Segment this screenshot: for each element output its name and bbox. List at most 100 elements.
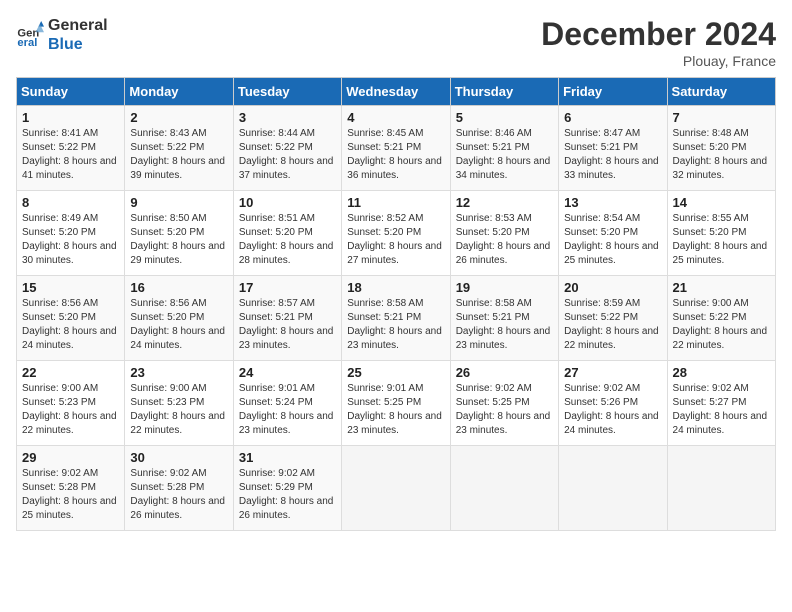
cell-content: Sunrise: 9:02 AM Sunset: 5:28 PM Dayligh… — [130, 467, 227, 523]
cell-content: Sunrise: 9:02 AM Sunset: 5:26 PM Dayligh… — [564, 382, 661, 438]
cell-content: Sunrise: 8:41 AM Sunset: 5:22 PM Dayligh… — [22, 127, 119, 183]
calendar-table: SundayMondayTuesdayWednesdayThursdayFrid… — [16, 77, 776, 531]
calendar-cell: 31 Sunrise: 9:02 AM Sunset: 5:29 PM Dayl… — [233, 446, 341, 531]
cell-content: Sunrise: 8:57 AM Sunset: 5:21 PM Dayligh… — [239, 297, 336, 353]
header-sunday: Sunday — [17, 78, 125, 106]
day-number: 21 — [673, 280, 770, 295]
cell-content: Sunrise: 9:02 AM Sunset: 5:28 PM Dayligh… — [22, 467, 119, 523]
day-number: 16 — [130, 280, 227, 295]
header-wednesday: Wednesday — [342, 78, 450, 106]
week-row-4: 22 Sunrise: 9:00 AM Sunset: 5:23 PM Dayl… — [17, 361, 776, 446]
calendar-cell: 9 Sunrise: 8:50 AM Sunset: 5:20 PM Dayli… — [125, 191, 233, 276]
cell-content: Sunrise: 8:45 AM Sunset: 5:21 PM Dayligh… — [347, 127, 444, 183]
calendar-cell: 15 Sunrise: 8:56 AM Sunset: 5:20 PM Dayl… — [17, 276, 125, 361]
cell-content: Sunrise: 8:56 AM Sunset: 5:20 PM Dayligh… — [22, 297, 119, 353]
cell-content: Sunrise: 8:58 AM Sunset: 5:21 PM Dayligh… — [456, 297, 553, 353]
calendar-cell: 30 Sunrise: 9:02 AM Sunset: 5:28 PM Dayl… — [125, 446, 233, 531]
day-number: 9 — [130, 195, 227, 210]
cell-content: Sunrise: 8:52 AM Sunset: 5:20 PM Dayligh… — [347, 212, 444, 268]
cell-content: Sunrise: 8:55 AM Sunset: 5:20 PM Dayligh… — [673, 212, 770, 268]
calendar-cell: 18 Sunrise: 8:58 AM Sunset: 5:21 PM Dayl… — [342, 276, 450, 361]
cell-content: Sunrise: 8:46 AM Sunset: 5:21 PM Dayligh… — [456, 127, 553, 183]
svg-text:eral: eral — [17, 37, 37, 49]
day-number: 31 — [239, 450, 336, 465]
day-number: 26 — [456, 365, 553, 380]
calendar-cell: 25 Sunrise: 9:01 AM Sunset: 5:25 PM Dayl… — [342, 361, 450, 446]
day-number: 23 — [130, 365, 227, 380]
header-tuesday: Tuesday — [233, 78, 341, 106]
cell-content: Sunrise: 9:01 AM Sunset: 5:24 PM Dayligh… — [239, 382, 336, 438]
day-number: 11 — [347, 195, 444, 210]
calendar-cell: 22 Sunrise: 9:00 AM Sunset: 5:23 PM Dayl… — [17, 361, 125, 446]
cell-content: Sunrise: 8:59 AM Sunset: 5:22 PM Dayligh… — [564, 297, 661, 353]
logo-text-line1: General — [48, 16, 108, 35]
calendar-cell: 20 Sunrise: 8:59 AM Sunset: 5:22 PM Dayl… — [559, 276, 667, 361]
day-number: 4 — [347, 110, 444, 125]
day-number: 24 — [239, 365, 336, 380]
day-number: 22 — [22, 365, 119, 380]
week-row-3: 15 Sunrise: 8:56 AM Sunset: 5:20 PM Dayl… — [17, 276, 776, 361]
calendar-cell: 14 Sunrise: 8:55 AM Sunset: 5:20 PM Dayl… — [667, 191, 775, 276]
cell-content: Sunrise: 8:50 AM Sunset: 5:20 PM Dayligh… — [130, 212, 227, 268]
cell-content: Sunrise: 9:00 AM Sunset: 5:22 PM Dayligh… — [673, 297, 770, 353]
logo-icon: Gen eral — [16, 21, 44, 49]
calendar-cell: 6 Sunrise: 8:47 AM Sunset: 5:21 PM Dayli… — [559, 106, 667, 191]
day-number: 12 — [456, 195, 553, 210]
calendar-cell: 21 Sunrise: 9:00 AM Sunset: 5:22 PM Dayl… — [667, 276, 775, 361]
calendar-cell: 3 Sunrise: 8:44 AM Sunset: 5:22 PM Dayli… — [233, 106, 341, 191]
cell-content: Sunrise: 9:02 AM Sunset: 5:27 PM Dayligh… — [673, 382, 770, 438]
day-number: 6 — [564, 110, 661, 125]
day-number: 1 — [22, 110, 119, 125]
header-monday: Monday — [125, 78, 233, 106]
calendar-cell: 4 Sunrise: 8:45 AM Sunset: 5:21 PM Dayli… — [342, 106, 450, 191]
day-number: 19 — [456, 280, 553, 295]
cell-content: Sunrise: 8:54 AM Sunset: 5:20 PM Dayligh… — [564, 212, 661, 268]
day-number: 5 — [456, 110, 553, 125]
cell-content: Sunrise: 8:58 AM Sunset: 5:21 PM Dayligh… — [347, 297, 444, 353]
day-number: 8 — [22, 195, 119, 210]
calendar-cell: 26 Sunrise: 9:02 AM Sunset: 5:25 PM Dayl… — [450, 361, 558, 446]
month-title: December 2024 — [541, 16, 776, 53]
calendar-cell — [342, 446, 450, 531]
page-header: Gen eral General Blue December 2024 Plou… — [16, 16, 776, 69]
calendar-cell: 27 Sunrise: 9:02 AM Sunset: 5:26 PM Dayl… — [559, 361, 667, 446]
calendar-cell — [559, 446, 667, 531]
header-saturday: Saturday — [667, 78, 775, 106]
day-number: 3 — [239, 110, 336, 125]
logo-text-line2: Blue — [48, 35, 108, 54]
calendar-cell: 1 Sunrise: 8:41 AM Sunset: 5:22 PM Dayli… — [17, 106, 125, 191]
day-number: 28 — [673, 365, 770, 380]
calendar-cell: 28 Sunrise: 9:02 AM Sunset: 5:27 PM Dayl… — [667, 361, 775, 446]
cell-content: Sunrise: 8:53 AM Sunset: 5:20 PM Dayligh… — [456, 212, 553, 268]
calendar-cell: 24 Sunrise: 9:01 AM Sunset: 5:24 PM Dayl… — [233, 361, 341, 446]
calendar-cell: 13 Sunrise: 8:54 AM Sunset: 5:20 PM Dayl… — [559, 191, 667, 276]
calendar-cell: 12 Sunrise: 8:53 AM Sunset: 5:20 PM Dayl… — [450, 191, 558, 276]
calendar-cell: 2 Sunrise: 8:43 AM Sunset: 5:22 PM Dayli… — [125, 106, 233, 191]
day-number: 29 — [22, 450, 119, 465]
location-label: Plouay, France — [541, 53, 776, 69]
day-number: 18 — [347, 280, 444, 295]
logo: Gen eral General Blue — [16, 16, 108, 54]
cell-content: Sunrise: 8:44 AM Sunset: 5:22 PM Dayligh… — [239, 127, 336, 183]
day-number: 2 — [130, 110, 227, 125]
week-row-5: 29 Sunrise: 9:02 AM Sunset: 5:28 PM Dayl… — [17, 446, 776, 531]
week-row-1: 1 Sunrise: 8:41 AM Sunset: 5:22 PM Dayli… — [17, 106, 776, 191]
calendar-cell: 11 Sunrise: 8:52 AM Sunset: 5:20 PM Dayl… — [342, 191, 450, 276]
calendar-cell: 7 Sunrise: 8:48 AM Sunset: 5:20 PM Dayli… — [667, 106, 775, 191]
cell-content: Sunrise: 9:02 AM Sunset: 5:25 PM Dayligh… — [456, 382, 553, 438]
day-number: 30 — [130, 450, 227, 465]
day-number: 15 — [22, 280, 119, 295]
cell-content: Sunrise: 9:00 AM Sunset: 5:23 PM Dayligh… — [22, 382, 119, 438]
header-friday: Friday — [559, 78, 667, 106]
cell-content: Sunrise: 8:49 AM Sunset: 5:20 PM Dayligh… — [22, 212, 119, 268]
day-number: 20 — [564, 280, 661, 295]
cell-content: Sunrise: 9:01 AM Sunset: 5:25 PM Dayligh… — [347, 382, 444, 438]
header-thursday: Thursday — [450, 78, 558, 106]
cell-content: Sunrise: 9:00 AM Sunset: 5:23 PM Dayligh… — [130, 382, 227, 438]
cell-content: Sunrise: 8:56 AM Sunset: 5:20 PM Dayligh… — [130, 297, 227, 353]
day-number: 17 — [239, 280, 336, 295]
day-number: 13 — [564, 195, 661, 210]
cell-content: Sunrise: 8:47 AM Sunset: 5:21 PM Dayligh… — [564, 127, 661, 183]
day-number: 7 — [673, 110, 770, 125]
calendar-cell: 29 Sunrise: 9:02 AM Sunset: 5:28 PM Dayl… — [17, 446, 125, 531]
